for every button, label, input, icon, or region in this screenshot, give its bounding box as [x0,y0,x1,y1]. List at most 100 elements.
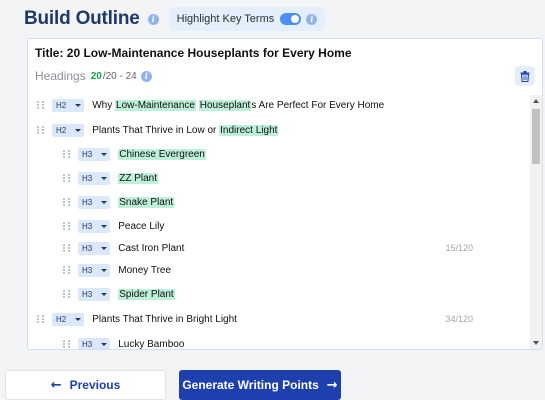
heading-level-label: H3 [82,221,93,231]
heading-text[interactable]: Money Tree [118,265,171,276]
heading-text-segment: Peace Lily [118,220,165,232]
outline-row-h2[interactable]: H2 Plants That Thrive in Bright Light 34/1… [28,309,531,329]
heading-level-select[interactable]: H3 [78,241,111,255]
heading-level-label: H3 [82,339,93,349]
header: Build Outline i Highlight Key Terms i [24,0,326,38]
chevron-down-icon [101,268,108,272]
highlight-key-terms-toggle[interactable] [280,13,302,25]
heading-level-select[interactable]: H3 [78,337,111,349]
heading-level-select[interactable]: H2 [52,123,85,137]
scroll-down-icon[interactable] [533,341,539,345]
heading-text-segment: Why [92,99,116,111]
heading-text-segment: Money Tree [118,264,172,276]
heading-text[interactable]: ZZ Plant [118,172,159,184]
outline-list: H2 Why Low-Maintenance Houseplants Are Pe… [28,95,531,350]
heading-level-select[interactable]: H3 [78,263,111,277]
heading-text[interactable]: Plants That Thrive in Bright Light [92,314,237,325]
heading-level-select[interactable]: H3 [78,219,111,233]
article-title: Title: 20 Low-Maintenance Houseplants fo… [35,46,352,60]
drag-handle-icon[interactable] [63,288,71,300]
chevron-down-icon [75,103,82,107]
drag-handle-icon[interactable] [37,99,45,111]
headings-summary: Headings 20 /20 - 24 i [35,69,152,83]
scrollbar[interactable] [530,95,542,349]
arrow-right-icon: → [326,377,338,393]
heading-level-select[interactable]: H3 [78,195,111,209]
heading-level-select[interactable]: H3 [78,147,111,161]
chevron-down-icon [101,176,108,180]
heading-text-segment: Lucky Bamboo [118,338,185,350]
heading-level-label: H2 [56,314,67,324]
outline-row-h2[interactable]: H2 Plants That Thrive in Low or Indirect … [28,120,531,140]
drag-handle-icon[interactable] [63,172,71,184]
drag-handle-icon[interactable] [63,196,71,208]
heading-level-select[interactable]: H3 [78,171,111,185]
drag-handle-icon[interactable] [37,313,45,325]
heading-text[interactable]: Plants That Thrive in Low or Indirect Li… [92,124,279,136]
previous-button[interactable]: ← Previous [5,370,166,400]
toggle-knob [291,15,300,23]
chevron-down-icon [75,128,82,132]
character-counter: 34/120 [445,314,473,324]
chevron-down-icon [101,292,108,296]
heading-text[interactable]: Peace Lily [118,221,164,232]
scroll-up-icon[interactable] [533,99,539,103]
headings-range: /20 - 24 [102,70,137,82]
delete-all-button[interactable] [515,66,535,86]
outline-row-h3[interactable]: H3 Spider Plant [28,284,531,304]
heading-level-label: H3 [82,149,93,159]
heading-text-segment: Plants That Thrive in Low or [92,124,220,136]
heading-level-label: H3 [82,289,93,299]
key-term-highlight: ZZ Plant [118,172,159,184]
heading-text[interactable]: Spider Plant [118,288,175,300]
heading-text[interactable]: Cast Iron Plant [118,243,184,254]
key-term-highlight: Chinese Evergreen [118,148,206,160]
heading-text[interactable]: Lucky Bamboo [118,339,184,350]
outline-panel: Title: 20 Low-Maintenance Houseplants fo… [27,38,543,350]
chevron-down-icon [101,342,108,346]
heading-level-select[interactable]: H2 [52,312,85,326]
key-term-highlight: Houseplant [198,99,252,111]
heading-text[interactable]: Why Low-Maintenance Houseplants Are Perf… [92,99,385,111]
heading-text-segment: s Are Perfect For Every Home [251,99,385,111]
heading-level-label: H3 [82,173,93,183]
outline-row-h3[interactable]: H3 ZZ Plant [28,168,531,188]
chevron-down-icon [101,246,108,250]
chevron-down-icon [75,317,82,321]
outline-row-h3[interactable]: H3 Snake Plant [28,192,531,212]
drag-handle-icon[interactable] [37,124,45,136]
heading-level-label: H3 [82,243,93,253]
outline-row-h2[interactable]: H2 Why Low-Maintenance Houseplants Are Pe… [28,95,531,115]
scrollbar-thumb[interactable] [532,109,540,164]
chevron-down-icon [101,224,108,228]
info-icon[interactable]: i [147,13,159,25]
drag-handle-icon[interactable] [63,242,71,254]
heading-level-select[interactable]: H2 [52,98,85,112]
drag-handle-icon[interactable] [63,338,71,349]
outline-row-h3[interactable]: H3 Money Tree [28,260,531,280]
chevron-down-icon [101,152,108,156]
heading-level-label: H3 [82,265,93,275]
heading-text-segment: Plants That Thrive in Bright Light [92,313,237,325]
drag-handle-icon[interactable] [63,264,71,276]
heading-text[interactable]: Chinese Evergreen [118,148,206,160]
heading-text[interactable]: Snake Plant [118,196,175,208]
heading-level-label: H3 [82,197,93,207]
drag-handle-icon[interactable] [63,148,71,160]
info-icon[interactable]: i [306,13,318,25]
heading-level-select[interactable]: H3 [78,287,111,301]
chevron-down-icon [101,200,108,204]
headings-label: Headings [35,69,86,83]
generate-writing-points-button[interactable]: Generate Writing Points → [179,370,341,400]
generate-label: Generate Writing Points [182,378,319,392]
key-term-highlight: Low-Maintenance [115,99,196,111]
key-term-highlight: Spider Plant [118,288,175,300]
highlight-key-terms-label: Highlight Key Terms [176,13,275,25]
drag-handle-icon[interactable] [63,220,71,232]
info-icon[interactable]: i [140,70,152,82]
outline-row-h3[interactable]: H3 Cast Iron Plant 15/120 [28,238,531,258]
outline-row-h3[interactable]: H3 Peace Lily [28,216,531,236]
key-term-highlight: Snake Plant [118,196,175,208]
outline-row-h3[interactable]: H3 Lucky Bamboo [28,334,531,350]
outline-row-h3[interactable]: H3 Chinese Evergreen [28,144,531,164]
